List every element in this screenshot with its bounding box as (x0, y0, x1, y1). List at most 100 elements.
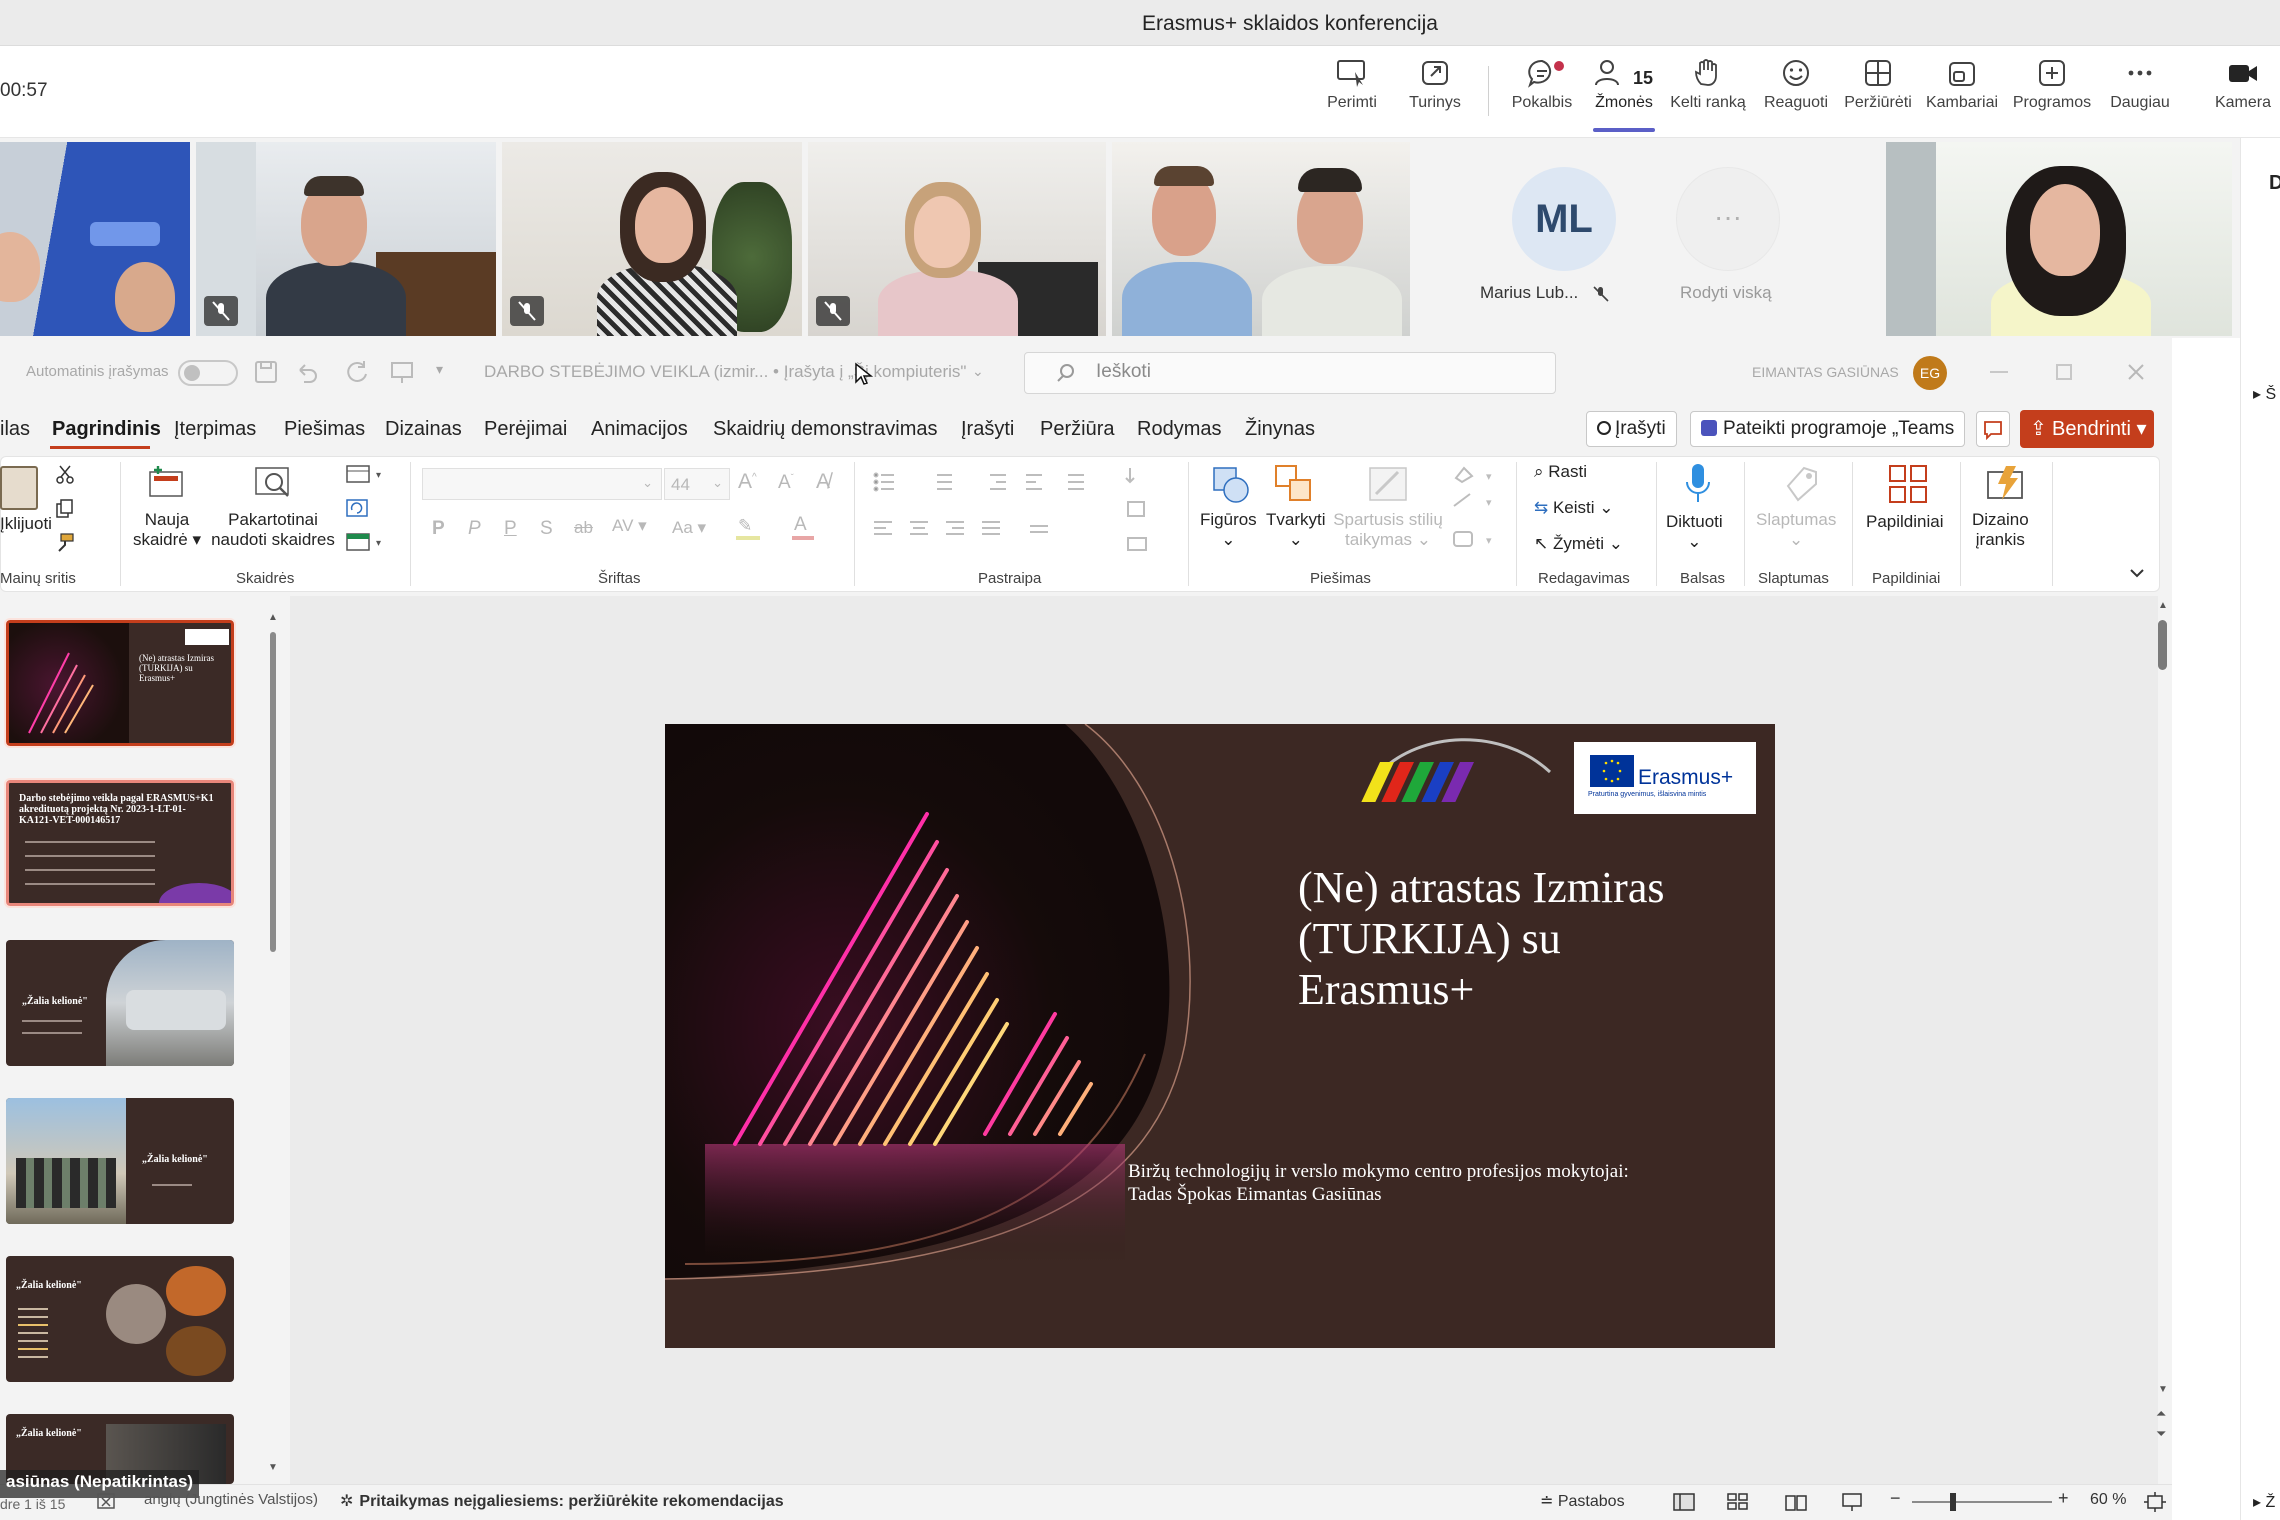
tab-slideshow[interactable]: Skaidrių demonstravimas (713, 418, 938, 441)
qat-customize-icon[interactable]: ▾ (436, 361, 443, 378)
fill-outline-effects-icons[interactable]: ▾ ▾ ▾ (1450, 464, 1502, 560)
slide-sorter-icon[interactable] (1726, 1492, 1750, 1512)
present-in-teams-button[interactable]: Pateikti programoje „Teams (1690, 411, 1966, 447)
arrange-label[interactable]: Tvarkyti ⌄ (1266, 510, 1326, 550)
change-case-icon[interactable]: Aa ▾ (672, 518, 706, 538)
participant-video-tile[interactable] (0, 142, 190, 336)
tab-record[interactable]: Įrašyti (961, 418, 1014, 441)
slide-counter[interactable]: dre 1 iš 15 (0, 1496, 65, 1512)
tab-transitions[interactable]: Perėjimai (484, 418, 567, 441)
quick-styles-label[interactable]: Spartusis stilių taikymas ⌄ (1330, 510, 1446, 550)
programos-button[interactable]: Programos (2010, 58, 2094, 112)
reading-view-icon[interactable] (1784, 1492, 1808, 1512)
reuse-slides-label[interactable]: Pakartotinai naudoti skaidres (208, 510, 338, 550)
format-painter-icon[interactable] (54, 532, 76, 554)
designer-button[interactable]: Dizaino įrankis (1972, 510, 2029, 550)
minimize-icon[interactable] (1990, 371, 2008, 373)
zoom-slider-thumb[interactable] (1950, 1493, 1956, 1511)
cut-icon[interactable] (54, 464, 76, 486)
participant-video-tile[interactable] (1886, 142, 2232, 336)
shapes-label[interactable]: Figūros ⌄ (1200, 510, 1257, 550)
save-icon[interactable] (252, 358, 280, 386)
zmones-button[interactable]: Žmonės (1582, 58, 1666, 112)
arrange-icon[interactable] (1272, 462, 1316, 506)
participant-video-tile[interactable] (502, 142, 802, 336)
present-icon[interactable] (388, 358, 416, 386)
tab-home[interactable]: Pagrindinis (52, 418, 161, 441)
shrink-font-icon[interactable]: Aˇ (778, 472, 794, 494)
next-slide-icon[interactable]: ⏷ (2156, 1426, 2166, 1442)
slide-thumbnail-5[interactable]: „Žalia kelionė" (6, 1256, 234, 1382)
font-size-select[interactable]: 44 ⌄ (664, 468, 730, 500)
designer-icon[interactable] (1984, 462, 2028, 506)
comments-button[interactable] (1976, 411, 2010, 447)
alignment-icons[interactable] (872, 518, 1092, 542)
character-spacing-icon[interactable]: AV ▾ (612, 516, 647, 536)
reuse-slides-icon[interactable] (252, 462, 294, 502)
shadow-icon[interactable]: S (540, 518, 553, 540)
reset-slide-icon[interactable] (346, 498, 370, 518)
slide-thumbnail-3[interactable]: „Žalia kelionė" (6, 940, 234, 1066)
signed-in-user[interactable]: EIMANTAS GASIŪNAS (1752, 364, 1899, 380)
add-ins-button[interactable]: Papildiniai (1866, 512, 1944, 532)
show-all-label[interactable]: Rodyti viską (1680, 283, 1772, 303)
slide-thumbnail-1[interactable]: (Ne) atrastas Izmiras (TURKIJA) su Erasm… (4, 618, 236, 748)
spelling-check-icon[interactable] (96, 1492, 118, 1512)
replace-button[interactable]: ⇆ Keisti ⌄ (1534, 498, 1614, 518)
new-slide-label[interactable]: Nauja skaidrė ▾ (130, 510, 204, 550)
paste-icon[interactable] (0, 466, 38, 510)
quick-styles-icon[interactable] (1366, 462, 1410, 506)
italic-icon[interactable]: P (468, 518, 481, 540)
ribbon-collapse-icon[interactable] (2128, 564, 2146, 582)
redo-icon[interactable] (344, 358, 372, 386)
select-button[interactable]: ↖ Žymėti ⌄ (1534, 534, 1623, 554)
close-icon[interactable] (2126, 362, 2146, 382)
language-indicator[interactable]: anglų (Jungtinės Valstijos) (144, 1491, 318, 1508)
perimti-button[interactable]: Perimti (1310, 58, 1394, 112)
tab-help[interactable]: Žinynas (1245, 418, 1315, 441)
participant-video-tile[interactable] (808, 142, 1106, 336)
tab-view[interactable]: Rodymas (1137, 418, 1221, 441)
text-direction-icons[interactable] (1124, 464, 1166, 564)
copy-icon[interactable] (54, 498, 76, 520)
tab-insert[interactable]: Įterpimas (174, 418, 256, 441)
tab-draw[interactable]: Piešimas (284, 418, 365, 441)
slide-thumbnail-4[interactable]: „Žalia kelionė" (6, 1098, 234, 1224)
shapes-icon[interactable] (1208, 462, 1252, 506)
previous-slide-icon[interactable]: ⏶ (2156, 1406, 2166, 1422)
participant-video-tile[interactable] (1112, 142, 1410, 336)
scrollbar-thumb[interactable] (270, 632, 276, 952)
slide-subtitle[interactable]: Biržų technologijų ir verslo mokymo cent… (1128, 1160, 1688, 1206)
reaguoti-button[interactable]: Reaguoti (1754, 58, 1838, 112)
current-slide[interactable] (665, 724, 1775, 1348)
tab-animations[interactable]: Animacijos (591, 418, 688, 441)
undo-icon[interactable] (292, 358, 320, 386)
side-panel-section[interactable]: ▸ Ž (2253, 1492, 2275, 1512)
show-all-participants-button[interactable]: ··· (1676, 167, 1780, 271)
notes-button[interactable]: ≐ Pastabos (1540, 1491, 1625, 1511)
autosave-toggle[interactable] (178, 360, 238, 386)
zoom-slider[interactable] (1912, 1501, 2052, 1503)
user-avatar[interactable]: EG (1913, 356, 1947, 390)
kelti-ranka-button[interactable]: Kelti ranką (1666, 58, 1750, 112)
kamera-button[interactable]: Kamera (2206, 58, 2280, 112)
sensitivity-button[interactable]: Slaptumas ⌄ (1756, 510, 1836, 550)
grow-font-icon[interactable]: A^ (738, 470, 757, 494)
perziureti-button[interactable]: Peržiūrėti (1836, 58, 1920, 112)
participant-video-tile[interactable] (196, 142, 496, 336)
font-family-select[interactable]: ⌄ (422, 468, 662, 500)
strikethrough-icon[interactable]: ab (574, 518, 593, 538)
tab-review[interactable]: Peržiūra (1040, 418, 1114, 441)
daugiau-button[interactable]: Daugiau (2098, 58, 2182, 112)
document-title[interactable]: DARBO STEBĖJIMO VEIKLA (izmir... • Įrašy… (484, 362, 966, 382)
find-button[interactable]: ⌕ Rasti (1534, 462, 1587, 482)
maximize-icon[interactable] (2056, 364, 2072, 380)
font-color-icon[interactable]: A (790, 514, 816, 542)
microphone-icon[interactable] (1682, 462, 1714, 506)
thumbnails-scrollbar[interactable]: ▲ ▼ (268, 612, 278, 1474)
bold-icon[interactable]: P (432, 518, 445, 540)
zoom-out-icon[interactable]: − (1890, 1488, 1901, 1509)
normal-view-icon[interactable] (1672, 1492, 1696, 1512)
zoom-level[interactable]: 60 % (2090, 1491, 2126, 1509)
section-icon[interactable]: ▾ (346, 532, 386, 552)
